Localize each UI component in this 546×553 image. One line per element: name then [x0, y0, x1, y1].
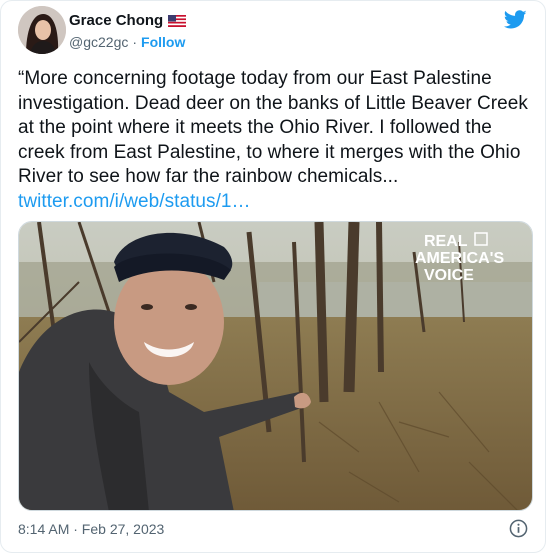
watermark-line3: VOICE [424, 267, 474, 284]
tweet-body: “More concerning footage today from our … [18, 68, 528, 187]
tweet-link[interactable]: twitter.com/i/web/status/1… [18, 191, 251, 212]
watermark-line1: REAL [424, 233, 468, 250]
video-thumbnail[interactable]: REAL AMERICA'S VOICE [18, 221, 533, 511]
watermark-line2: AMERICA'S [415, 250, 504, 267]
video-frame: REAL AMERICA'S VOICE [19, 222, 532, 510]
tweet-card: Grace Chong @gc22gc · Follow “More conce… [0, 0, 546, 553]
timestamp-text[interactable]: 8:14 AM · Feb 27, 2023 [18, 521, 164, 537]
twitter-bird-icon[interactable] [503, 8, 527, 31]
profile-photo-icon [18, 6, 66, 54]
tweet-timestamp[interactable]: 8:14 AM · Feb 27, 2023 [18, 521, 164, 537]
author-block: Grace Chong @gc22gc · Follow [69, 10, 187, 52]
separator-dot: · [132, 34, 138, 50]
info-icon[interactable] [509, 519, 528, 538]
follow-button[interactable]: Follow [141, 34, 185, 50]
avatar[interactable] [18, 6, 66, 54]
tweet-text: “More concerning footage today from our … [18, 67, 530, 214]
display-name[interactable]: Grace Chong [69, 12, 163, 29]
handle[interactable]: @gc22gc [69, 34, 128, 50]
us-flag-icon [168, 14, 187, 27]
